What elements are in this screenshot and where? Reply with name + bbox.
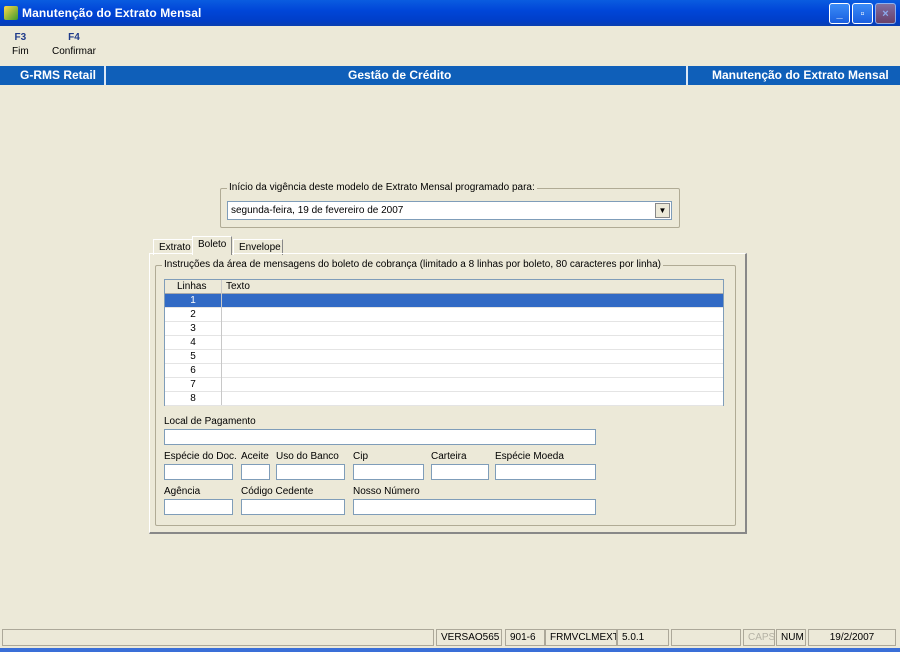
table-row[interactable]: 4 [165, 336, 723, 350]
especie-doc-field[interactable] [164, 464, 233, 480]
carteira-label: Carteira [431, 451, 467, 462]
chevron-down-icon[interactable]: ▼ [655, 203, 670, 218]
status-empty [671, 629, 741, 646]
boleto-legend: Instruções da área de mensagens do bolet… [162, 259, 663, 270]
status-caps: CAPS [743, 629, 775, 646]
row-number: 1 [190, 295, 196, 306]
agencia-field[interactable] [164, 499, 233, 515]
codigo-cedente-field[interactable] [241, 499, 345, 515]
table-row[interactable]: 5 [165, 350, 723, 364]
uso-banco-label: Uso do Banco [276, 451, 339, 462]
fkey-confirmar[interactable]: F4 Confirmar [52, 32, 96, 57]
nosso-numero-field[interactable] [353, 499, 596, 515]
status-version: VERSAO565 [436, 629, 502, 646]
title-bar: Manutenção do Extrato Mensal _ ▫ × [0, 0, 900, 26]
status-code: 901-6 [505, 629, 545, 646]
status-bar: VERSAO565 901-6 FRMVCLMEXTM 5.0.1 CAPS N… [0, 627, 900, 648]
screen-name: Manutenção do Extrato Mensal [712, 68, 889, 82]
cip-field[interactable] [353, 464, 424, 480]
table-row[interactable]: 2 [165, 308, 723, 322]
table-row[interactable]: 3 [165, 322, 723, 336]
especie-moeda-label: Espécie Moeda [495, 451, 564, 462]
app-icon [4, 6, 18, 20]
local-pagamento-field[interactable] [164, 429, 596, 445]
fkey-label: Confirmar [52, 46, 96, 57]
uso-banco-field[interactable] [276, 464, 345, 480]
aceite-field[interactable] [241, 464, 270, 480]
fkey-fim[interactable]: F3 Fim [12, 32, 29, 57]
especie-doc-label: Espécie do Doc. [164, 451, 237, 462]
function-key-bar: F3 Fim F4 Confirmar [0, 26, 900, 66]
codigo-cedente-label: Código Cedente [241, 486, 314, 497]
status-date: 19/2/2007 [808, 629, 896, 646]
window-title: Manutenção do Extrato Mensal [22, 6, 202, 20]
row-number: 7 [190, 379, 196, 390]
status-message [2, 629, 434, 646]
row-number: 2 [190, 309, 196, 320]
column-header-texto[interactable]: Texto [226, 281, 250, 292]
vigencia-date-select[interactable]: segunda-feira, 19 de fevereiro de 2007 ▼ [227, 201, 672, 220]
fkey-code: F3 [14, 32, 27, 43]
tab-boleto[interactable]: Boleto [192, 236, 232, 255]
fkey-label: Fim [12, 46, 29, 57]
status-num: NUM [776, 629, 806, 646]
nosso-numero-label: Nosso Número [353, 486, 420, 497]
vigencia-date-value: segunda-feira, 19 de fevereiro de 2007 [231, 205, 404, 216]
table-row[interactable]: 8 [165, 392, 723, 406]
app-name: G-RMS Retail [20, 68, 97, 82]
row-number: 4 [190, 337, 196, 348]
grid-header: Linhas Texto [165, 280, 723, 294]
table-row[interactable]: 1 [165, 294, 723, 308]
row-number: 8 [190, 393, 196, 404]
fkey-code: F4 [68, 32, 80, 43]
column-header-linhas[interactable]: Linhas [177, 281, 206, 292]
vigencia-legend: Início da vigência deste modelo de Extra… [227, 182, 537, 193]
restore-button[interactable]: ▫ [852, 3, 873, 24]
taskbar-edge [0, 648, 900, 652]
minimize-button[interactable]: _ [829, 3, 850, 24]
cip-label: Cip [353, 451, 369, 462]
row-number: 6 [190, 365, 196, 376]
status-form: FRMVCLMEXTM [545, 629, 617, 646]
row-number: 5 [190, 351, 196, 362]
close-button[interactable]: × [875, 3, 896, 24]
header-band: G-RMS Retail Gestão de Crédito Manutençã… [0, 66, 900, 85]
table-row[interactable]: 7 [165, 378, 723, 392]
status-build: 5.0.1 [617, 629, 669, 646]
module-name: Gestão de Crédito [348, 68, 452, 82]
aceite-label: Aceite [241, 451, 269, 462]
row-number: 3 [190, 323, 196, 334]
carteira-field[interactable] [431, 464, 489, 480]
instructions-grid[interactable]: Linhas Texto 1 2 3 4 5 6 7 8 [164, 279, 724, 406]
table-row[interactable]: 6 [165, 364, 723, 378]
agencia-label: Agência [164, 486, 201, 497]
especie-moeda-field[interactable] [495, 464, 596, 480]
local-pagamento-label: Local de Pagamento [164, 416, 256, 427]
